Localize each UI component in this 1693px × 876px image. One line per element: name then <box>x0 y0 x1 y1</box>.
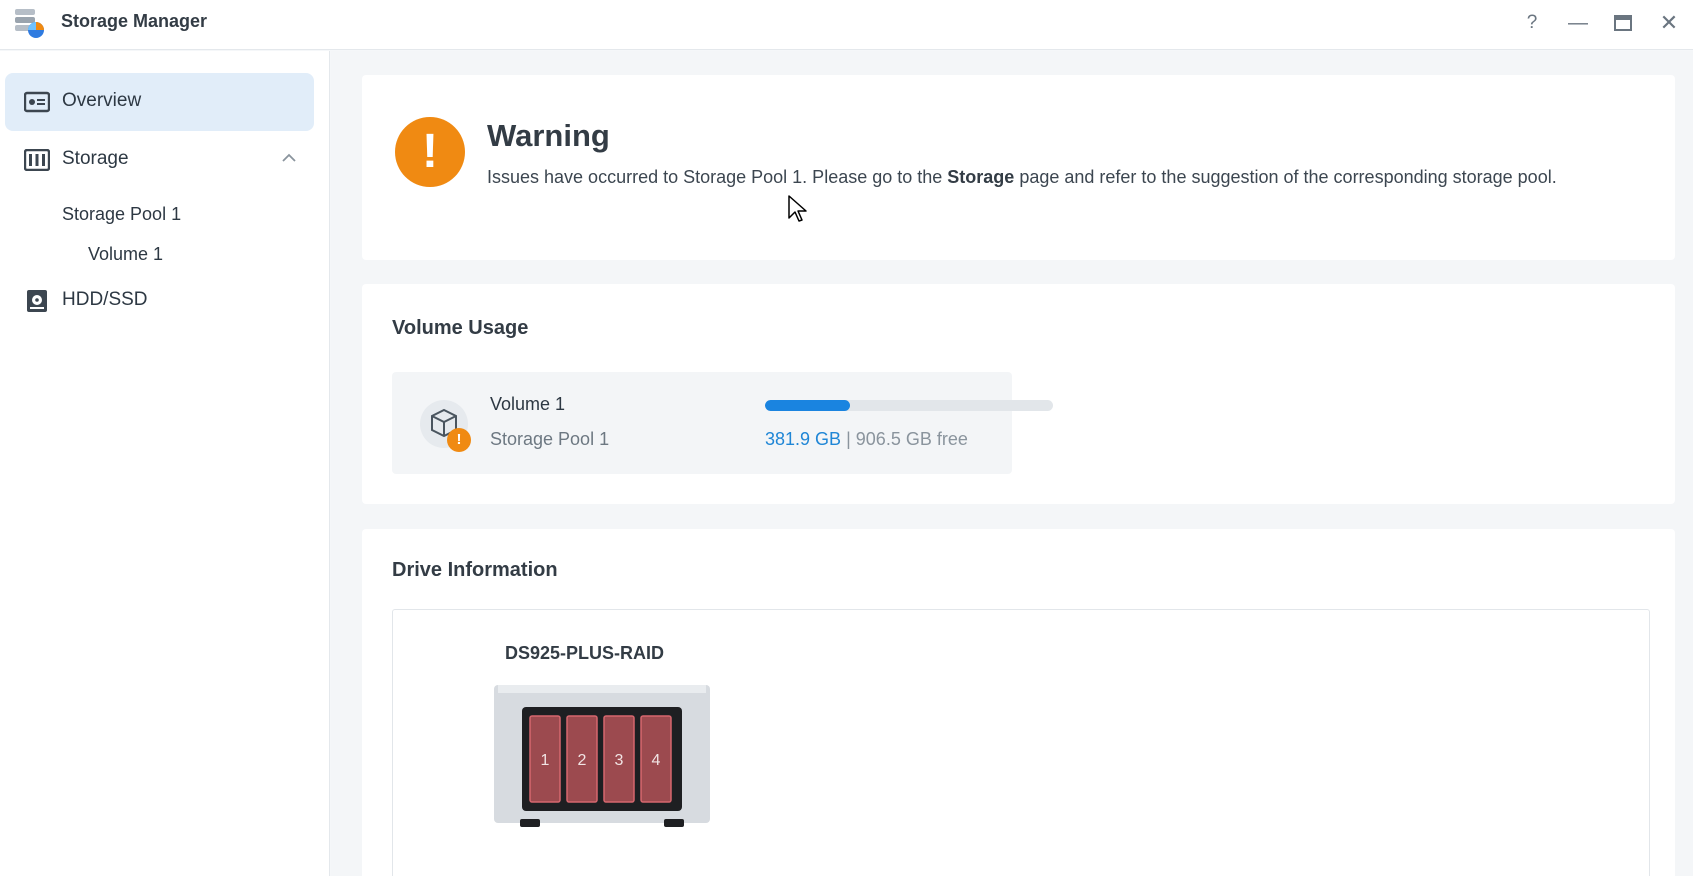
sidebar-item-volume-1[interactable]: Volume 1 <box>88 244 163 265</box>
sidebar-item-storage-pool-1[interactable]: Storage Pool 1 <box>62 204 181 225</box>
sidebar-item-label: HDD/SSD <box>62 289 148 310</box>
sidebar: Overview Storage Storage Pool 1 Volume 1… <box>0 51 330 876</box>
drive-bay-label: 3 <box>615 752 624 769</box>
main-content: ! Warning Issues have occurred to Storag… <box>331 51 1693 876</box>
drive-bay-label: 2 <box>578 752 587 769</box>
sidebar-item-hdd-ssd[interactable]: HDD/SSD <box>5 272 314 330</box>
volume-name: Volume 1 <box>490 394 566 414</box>
volume-usage-title: Volume Usage <box>392 317 529 339</box>
drive-bay-3[interactable]: 3 <box>603 715 635 803</box>
mouse-cursor-icon <box>788 195 807 222</box>
storage-icon <box>24 149 50 171</box>
chevron-up-icon[interactable] <box>278 147 300 169</box>
drive-bay-2[interactable]: 2 <box>566 715 598 803</box>
warning-text-start: Issues have occurred to Storage Pool 1. … <box>487 167 948 187</box>
warning-badge: ! <box>447 428 471 452</box>
hdd-icon <box>27 290 47 312</box>
warning-title: Warning <box>487 118 610 153</box>
drive-bay-4[interactable]: 4 <box>640 715 672 803</box>
close-icon[interactable]: ✕ <box>1656 10 1682 36</box>
nas-device-image[interactable]: 1 2 3 4 <box>494 685 710 831</box>
usage-progress-bar <box>765 400 1053 411</box>
drive-panel: DS925-PLUS-RAID 1 2 3 4 <box>392 609 1650 876</box>
nas-model-name: DS925-PLUS-RAID <box>505 643 665 663</box>
volume-usage-item[interactable]: ! Volume 1 Storage Pool 1 381.9 GB | 906… <box>392 372 1053 474</box>
sidebar-item-label: Storage <box>62 148 129 169</box>
warning-message: Issues have occurred to Storage Pool 1. … <box>487 163 1647 192</box>
minimize-icon[interactable]: — <box>1565 10 1591 36</box>
drive-information-title: Drive Information <box>392 559 558 581</box>
sidebar-item-label: Overview <box>62 90 142 111</box>
usage-separator: | <box>846 429 851 449</box>
title-bar: Storage Manager ? — ✕ <box>0 0 1693 50</box>
storage-pool-name: Storage Pool 1 <box>490 429 610 449</box>
window-title: Storage Manager <box>61 11 208 31</box>
storage-manager-app-icon <box>15 9 44 38</box>
drive-bay-label: 4 <box>652 752 661 769</box>
question-icon[interactable]: ? <box>1519 10 1545 36</box>
free-space: 906.5 GB free <box>855 429 968 449</box>
drive-bay-1[interactable]: 1 <box>529 715 561 803</box>
maximize-icon[interactable] <box>1610 10 1636 36</box>
warning-icon: ! <box>395 117 465 187</box>
warning-text-end: page and refer to the suggestion of the … <box>1014 167 1557 187</box>
usage-progress-fill <box>765 400 851 411</box>
usage-text: 381.9 GB | 906.5 GB free <box>765 429 968 450</box>
warning-card: ! Warning Issues have occurred to Storag… <box>362 75 1675 260</box>
volume-usage-card: Volume Usage ! Volume 1 Storage Pool 1 3… <box>362 284 1675 504</box>
sidebar-item-overview[interactable]: Overview <box>5 73 314 131</box>
sidebar-item-storage[interactable]: Storage <box>5 131 314 189</box>
drive-information-card: Drive Information DS925-PLUS-RAID 1 2 3 … <box>362 529 1675 876</box>
overview-icon <box>24 91 50 113</box>
drive-bay-label: 1 <box>541 752 550 769</box>
storage-page-reference: Storage <box>947 167 1015 187</box>
used-space: 381.9 GB <box>765 429 842 449</box>
